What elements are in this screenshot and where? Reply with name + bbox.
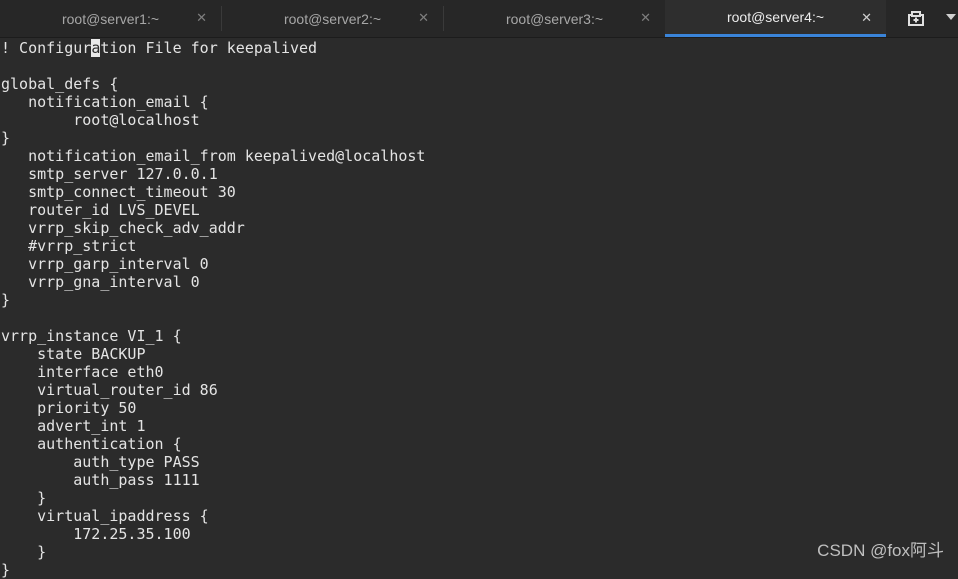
tab-server1[interactable]: root@server1:~ ✕ — [0, 0, 221, 37]
terminal-area[interactable]: ! Configuration File for keepalived glob… — [1, 38, 958, 579]
tab-label: root@server1:~ — [61, 10, 160, 27]
terminal-line: vrrp_gna_interval 0 — [1, 273, 200, 291]
new-tab-button[interactable] — [886, 0, 946, 37]
tab-server3[interactable]: root@server3:~ ✕ — [444, 0, 665, 37]
terminal-line: smtp_connect_timeout 30 — [1, 183, 236, 201]
terminal-line: } — [1, 291, 11, 309]
terminal-line: } — [1, 129, 11, 147]
terminal-line: virtual_router_id 86 — [1, 381, 218, 399]
line-text: ! Configur — [1, 39, 92, 57]
terminal-line: } — [1, 543, 47, 561]
tab-label: root@server2:~ — [283, 10, 382, 27]
watermark: CSDN @fox阿斗 — [817, 541, 944, 560]
terminal-line: vrrp_garp_interval 0 — [1, 255, 209, 273]
terminal-line: auth_pass 1111 — [1, 471, 200, 489]
terminal-line: auth_type PASS — [1, 453, 200, 471]
terminal-line: #vrrp_strict — [1, 237, 137, 255]
tab-bar: root@server1:~ ✕ root@server2:~ ✕ root@s… — [0, 0, 958, 38]
chevron-down-icon[interactable] — [946, 14, 956, 20]
terminal-lines: global_defs { notification_email { root@… — [1, 57, 958, 579]
close-icon[interactable]: ✕ — [418, 10, 429, 26]
terminal-line: priority 50 — [1, 399, 137, 417]
terminal-line: 172.25.35.100 — [1, 525, 191, 543]
terminal-line-cursor: ! Configuration File for keepalived — [1, 39, 958, 57]
close-icon[interactable]: ✕ — [640, 10, 651, 26]
terminal-line: } — [1, 489, 47, 507]
terminal-line: router_id LVS_DEVEL — [1, 201, 200, 219]
close-icon[interactable]: ✕ — [196, 10, 207, 26]
tab-server4[interactable]: root@server4:~ ✕ — [665, 0, 886, 37]
terminal-line: smtp_server 127.0.0.1 — [1, 165, 218, 183]
tab-label: root@server4:~ — [726, 9, 825, 25]
line-text: tion File for keepalived — [100, 39, 318, 57]
terminal-line: notification_email { — [1, 93, 209, 111]
terminal-line: notification_email_from keepalived@local… — [1, 147, 426, 165]
terminal-line: state BACKUP — [1, 345, 146, 363]
terminal-line: interface eth0 — [1, 363, 164, 381]
new-tab-icon — [908, 10, 924, 26]
tab-label: root@server3:~ — [505, 10, 604, 27]
terminal-line: vrrp_skip_check_adv_addr — [1, 219, 245, 237]
terminal-line: vrrp_instance VI_1 { — [1, 327, 182, 345]
tab-server2[interactable]: root@server2:~ ✕ — [222, 0, 443, 37]
terminal-line: global_defs { — [1, 75, 119, 93]
terminal-line: authentication { — [1, 435, 182, 453]
terminal-line: advert_int 1 — [1, 417, 146, 435]
terminal-line: virtual_ipaddress { — [1, 507, 209, 525]
text-cursor: a — [91, 39, 101, 57]
close-icon[interactable]: ✕ — [861, 10, 872, 26]
terminal-line: } — [1, 561, 11, 579]
terminal-line: root@localhost — [1, 111, 200, 129]
